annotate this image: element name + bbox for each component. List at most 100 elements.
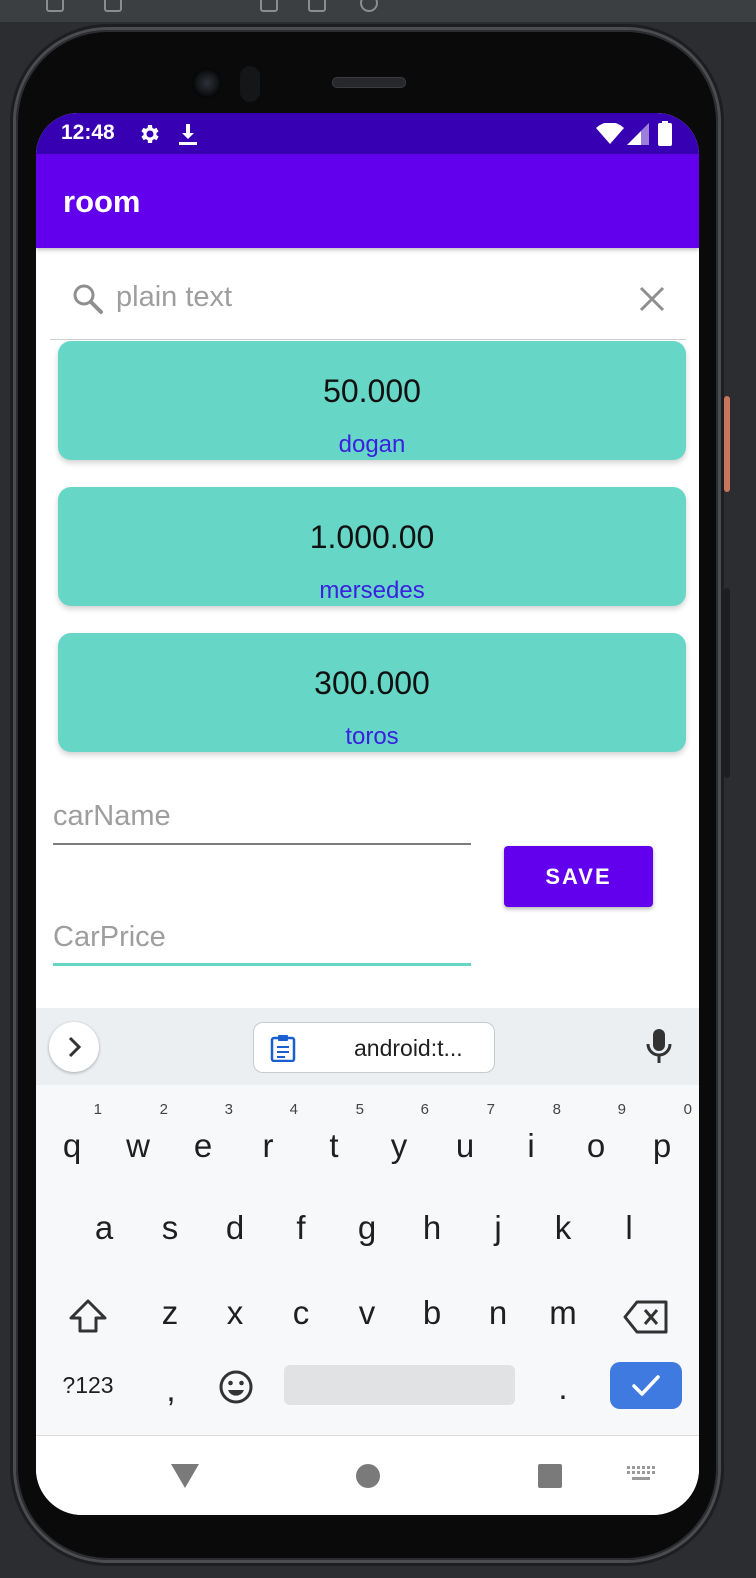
key-u[interactable]: u7	[435, 1102, 495, 1176]
microphone-icon[interactable]	[645, 1028, 673, 1068]
car-price: 1.000.00	[309, 519, 435, 555]
status-bar: 12:48	[36, 113, 699, 154]
emoji-icon	[219, 1370, 253, 1404]
volume-button[interactable]	[724, 588, 730, 778]
key-q[interactable]: q1	[42, 1102, 102, 1176]
wifi-icon	[596, 122, 624, 149]
emulator-tool-icon[interactable]	[46, 0, 64, 12]
key-v[interactable]: v	[337, 1283, 397, 1343]
key-f[interactable]: f	[271, 1198, 331, 1258]
key-hint: 7	[486, 1101, 495, 1118]
key-e[interactable]: e3	[173, 1102, 233, 1176]
key-label: b	[422, 1294, 442, 1331]
key-hint: 9	[617, 1101, 626, 1118]
enter-key[interactable]	[610, 1362, 682, 1409]
checkmark-icon	[632, 1375, 660, 1396]
key-x[interactable]: x	[205, 1283, 265, 1343]
search-input[interactable]	[116, 275, 616, 319]
keyboard-expand-button[interactable]	[49, 1022, 99, 1072]
key-b[interactable]: b	[402, 1283, 462, 1343]
battery-icon	[658, 121, 672, 150]
search-icon	[72, 283, 104, 319]
key-z[interactable]: z	[140, 1283, 200, 1343]
keyboard-switch-icon[interactable]	[627, 1466, 655, 1488]
key-label: k	[554, 1209, 572, 1246]
emoji-key[interactable]	[206, 1355, 266, 1415]
key-hint: 2	[159, 1101, 168, 1118]
save-button[interactable]: SAVE	[504, 846, 653, 907]
key-j[interactable]: j	[468, 1198, 528, 1258]
close-icon[interactable]	[638, 285, 666, 317]
car-name-field[interactable]	[53, 793, 471, 845]
key-hint: 8	[552, 1101, 561, 1118]
device-screen: 12:48 room 50.000 dogan 1.000.00	[36, 113, 699, 1515]
car-card[interactable]: 300.000 toros	[58, 633, 686, 752]
key-label: l	[625, 1209, 633, 1246]
car-price-field[interactable]	[53, 914, 471, 966]
key-hint: 1	[93, 1101, 102, 1118]
period-key[interactable]: .	[533, 1358, 593, 1418]
car-name-underline	[53, 843, 471, 845]
space-key[interactable]	[284, 1365, 515, 1405]
key-c[interactable]: c	[271, 1283, 331, 1343]
key-label: m	[549, 1294, 577, 1331]
key-k[interactable]: k	[533, 1198, 593, 1258]
key-label: f	[296, 1209, 306, 1246]
key-m[interactable]: m	[533, 1283, 593, 1343]
car-card[interactable]: 1.000.00 mersedes	[58, 487, 686, 606]
key-hint: 0	[683, 1101, 692, 1118]
recents-icon[interactable]	[537, 1463, 563, 1493]
key-i[interactable]: i8	[501, 1102, 561, 1176]
key-a[interactable]: a	[74, 1198, 134, 1258]
comma-key[interactable]: ,	[141, 1360, 201, 1420]
key-w[interactable]: w2	[108, 1102, 168, 1176]
power-button[interactable]	[724, 396, 730, 492]
shift-key[interactable]	[58, 1285, 118, 1345]
key-hint: 3	[224, 1101, 233, 1118]
symbols-key[interactable]: ?123	[58, 1355, 118, 1415]
key-y[interactable]: y6	[369, 1102, 429, 1176]
home-icon[interactable]	[355, 1463, 381, 1493]
emulator-tool-icon[interactable]	[260, 0, 278, 12]
car-name: mersedes	[319, 577, 425, 604]
car-card[interactable]: 50.000 dogan	[58, 341, 686, 460]
key-label: s	[161, 1209, 179, 1246]
emulator-tool-icon[interactable]	[308, 0, 326, 12]
key-n[interactable]: n	[468, 1283, 528, 1343]
navigation-bar	[36, 1435, 699, 1515]
key-o[interactable]: o9	[566, 1102, 626, 1176]
car-name-input[interactable]	[53, 793, 471, 839]
key-s[interactable]: s	[140, 1198, 200, 1258]
back-icon[interactable]	[170, 1463, 200, 1493]
key-h[interactable]: h	[402, 1198, 462, 1258]
car-price-input[interactable]	[53, 914, 471, 960]
backspace-key[interactable]	[616, 1285, 676, 1345]
clipboard-suggestion[interactable]: android:t...	[253, 1022, 495, 1073]
key-label: y	[390, 1127, 408, 1164]
key-l[interactable]: l	[599, 1198, 659, 1258]
signal-icon	[627, 123, 649, 149]
key-label: t	[329, 1127, 339, 1164]
key-t[interactable]: t5	[304, 1102, 364, 1176]
key-label: g	[357, 1209, 377, 1246]
key-d[interactable]: d	[205, 1198, 265, 1258]
key-label: h	[422, 1209, 442, 1246]
key-hint: 4	[289, 1101, 298, 1118]
key-r[interactable]: r4	[238, 1102, 299, 1176]
key-g[interactable]: g	[337, 1198, 397, 1258]
key-label: c	[292, 1294, 310, 1331]
download-icon	[177, 122, 199, 150]
app-bar: room	[36, 154, 699, 248]
emulator-tool-icon[interactable]	[360, 0, 378, 12]
key-label: z	[161, 1294, 179, 1331]
car-name: toros	[345, 723, 399, 750]
key-label: e	[193, 1127, 213, 1164]
key-label: n	[488, 1294, 508, 1331]
key-label: o	[586, 1127, 606, 1164]
emulator-tool-icon[interactable]	[104, 0, 122, 12]
key-label: i	[527, 1127, 535, 1164]
search-view	[50, 253, 686, 340]
key-label: q	[62, 1127, 82, 1164]
key-label: w	[126, 1127, 150, 1164]
key-p[interactable]: p0	[632, 1102, 692, 1176]
